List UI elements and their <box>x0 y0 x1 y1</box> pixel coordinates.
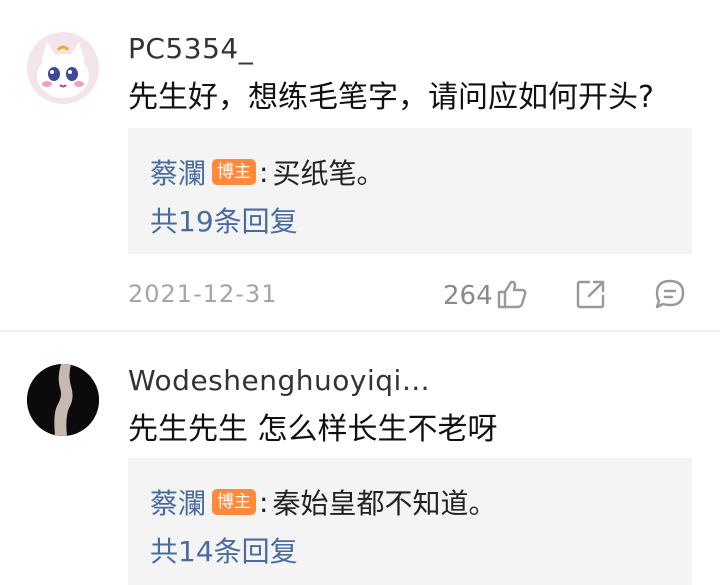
comment-item: PC5354_ 先生好，想练毛笔字，请问应如何开头? 蔡瀾 博主 : 买纸笔。 … <box>0 0 720 330</box>
reply-count-link[interactable]: 共14条回复 <box>150 530 298 570</box>
reply-count-link[interactable]: 共19条回复 <box>150 200 298 240</box>
avatar[interactable] <box>27 364 99 436</box>
username[interactable]: PC5354_ <box>128 32 253 65</box>
reply-text: 秦始皇都不知道。 <box>272 487 497 520</box>
reply-box[interactable]: 蔡瀾 博主 : 买纸笔。 共19条回复 <box>128 128 692 254</box>
comment-icon[interactable] <box>653 277 687 311</box>
comment-text: 先生先生 怎么样长生不老呀 <box>128 412 498 447</box>
username[interactable]: Wodeshenghuoyiqi… <box>128 364 430 397</box>
cat-avatar-icon <box>27 32 99 104</box>
author-badge: 博主 <box>212 159 257 185</box>
comment-date: 2021-12-31 <box>128 280 278 308</box>
author-badge: 博主 <box>212 489 257 515</box>
hand-photo-avatar-icon <box>27 364 99 436</box>
share-icon[interactable] <box>574 277 608 311</box>
thumbs-up-icon[interactable] <box>495 277 529 311</box>
reply-line: 蔡瀾 博主 : 秦始皇都不知道。 <box>150 482 496 522</box>
reply-separator: : <box>259 485 269 519</box>
reply-author[interactable]: 蔡瀾 <box>150 152 206 192</box>
reply-separator: : <box>259 155 269 189</box>
reply-author[interactable]: 蔡瀾 <box>150 482 206 522</box>
comment-text: 先生好，想练毛笔字，请问应如何开头? <box>128 80 654 115</box>
comment-item: Wodeshenghuoyiqi… 先生先生 怎么样长生不老呀 蔡瀾 博主 : … <box>0 332 720 585</box>
reply-line: 蔡瀾 博主 : 买纸笔。 <box>150 152 384 192</box>
avatar[interactable] <box>27 32 99 104</box>
reply-box[interactable]: 蔡瀾 博主 : 秦始皇都不知道。 共14条回复 <box>128 458 692 585</box>
like-count: 264 <box>443 281 493 311</box>
reply-text: 买纸笔。 <box>272 157 385 190</box>
